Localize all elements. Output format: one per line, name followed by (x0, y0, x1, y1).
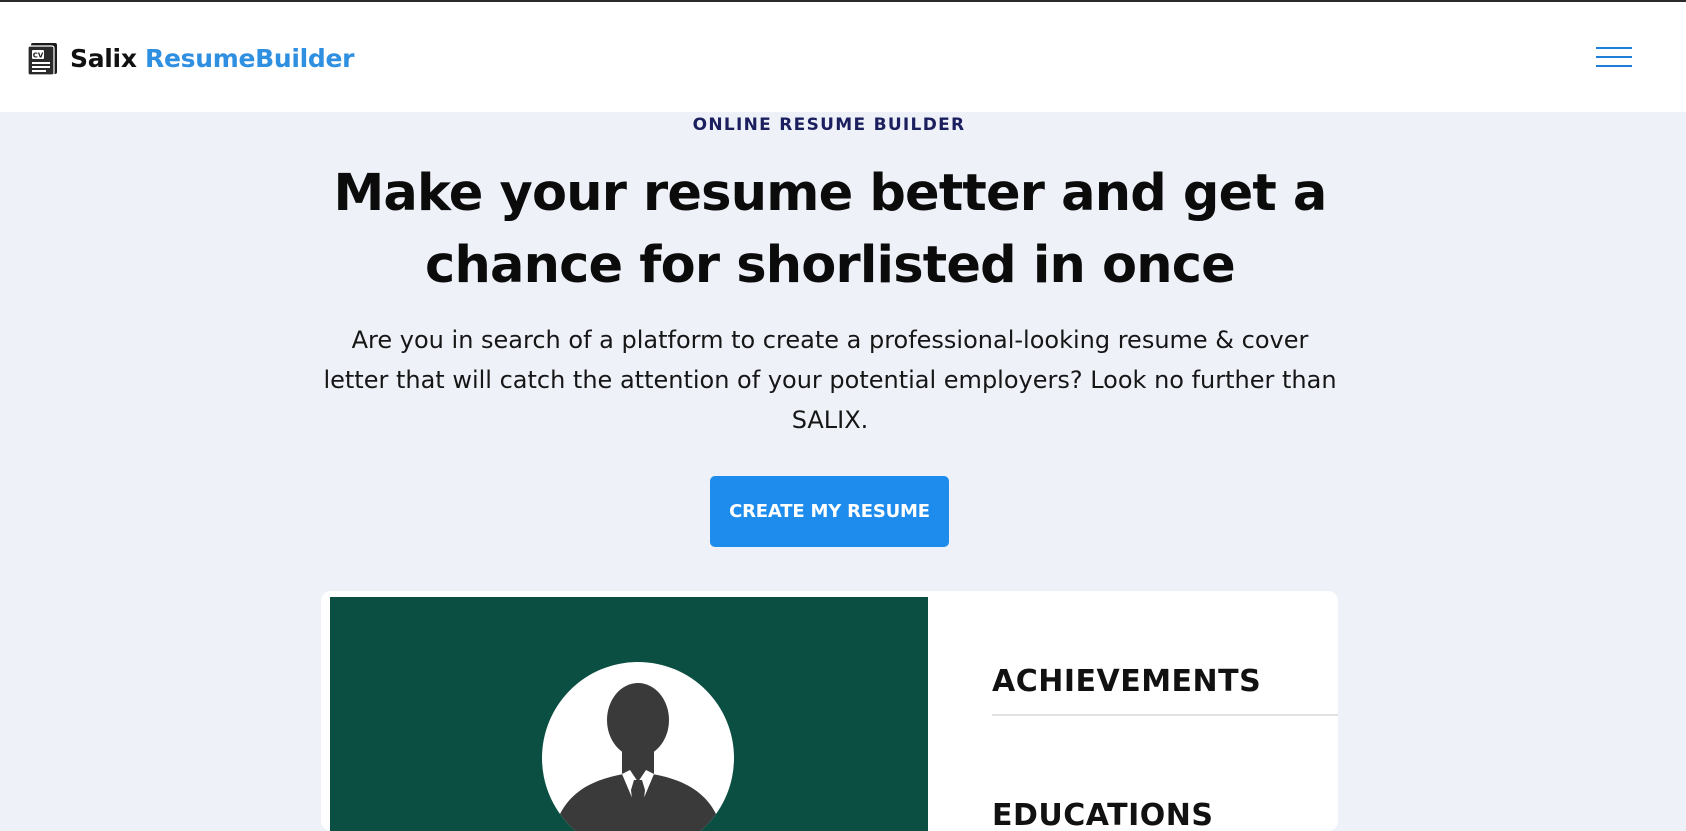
menu-bar (1596, 56, 1632, 58)
brand-name-part1: Salix (70, 43, 137, 73)
hero-headline: Make your resume better and get a chance… (333, 164, 1327, 295)
hero-eyebrow: ONLINE RESUME BUILDER (692, 115, 966, 135)
person-silhouette-icon (553, 683, 723, 831)
section-title-educations: EDUCATIONS (992, 798, 1214, 831)
menu-bar (1596, 65, 1632, 67)
menu-bar (1596, 47, 1632, 49)
brand-name-part2: ResumeBuilder (145, 43, 355, 73)
resume-preview-card: ACHIEVEMENTS EDUCATIONS (321, 591, 1338, 831)
hero-description: Are you in search of a platform to creat… (323, 326, 1337, 434)
hamburger-menu-icon[interactable] (1596, 42, 1632, 72)
navbar: CV Salix ResumeBuilder (0, 2, 1686, 112)
brand-name: Salix ResumeBuilder (70, 43, 355, 73)
section-divider (992, 714, 1338, 716)
section-title-achievements: ACHIEVEMENTS (992, 664, 1262, 699)
brand-logo[interactable]: CV Salix ResumeBuilder (26, 38, 355, 78)
create-resume-button[interactable]: CREATE MY RESUME (710, 476, 949, 547)
svg-text:CV: CV (33, 52, 44, 60)
avatar (542, 662, 734, 831)
cv-document-icon: CV (27, 43, 57, 76)
resume-sidebar (330, 597, 928, 831)
